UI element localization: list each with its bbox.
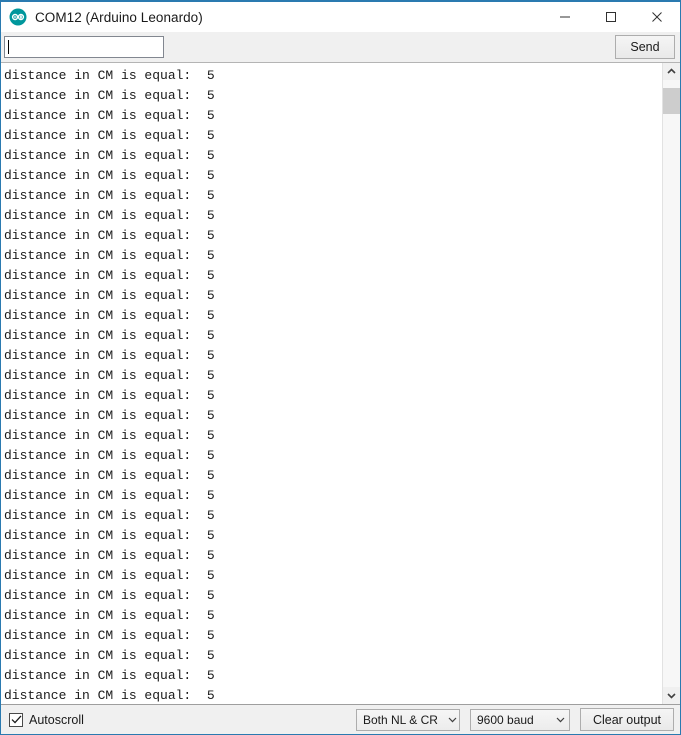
console-line: distance in CM is equal: 5 [4,308,215,323]
console-line: distance in CM is equal: 5 [4,568,215,583]
autoscroll-checkbox[interactable] [9,712,23,727]
console-line: distance in CM is equal: 5 [4,468,215,483]
maximize-icon[interactable] [588,2,634,32]
console-line: distance in CM is equal: 5 [4,348,215,363]
console-line: distance in CM is equal: 5 [4,188,215,203]
console-line: distance in CM is equal: 5 [4,548,215,563]
console-line: distance in CM is equal: 5 [4,148,215,163]
send-input-wrapper [4,35,609,59]
send-bar: Send [1,32,680,62]
chevron-down-icon [556,717,565,723]
console-line: distance in CM is equal: 5 [4,68,215,83]
scrollbar-thumb[interactable] [663,88,680,114]
line-ending-value: Both NL & CR [363,712,438,727]
console-line: distance in CM is equal: 5 [4,88,215,103]
scrollbar-track[interactable] [663,80,680,687]
console-line: distance in CM is equal: 5 [4,288,215,303]
console-line: distance in CM is equal: 5 [4,668,215,683]
text-caret [8,39,9,54]
minimize-icon[interactable] [542,2,588,32]
send-input[interactable] [4,35,164,58]
close-icon[interactable] [634,2,680,32]
send-button[interactable]: Send [615,35,675,59]
autoscroll-toggle[interactable]: Autoscroll [9,712,84,727]
console-line: distance in CM is equal: 5 [4,688,215,703]
console-line: distance in CM is equal: 5 [4,508,215,523]
console-line: distance in CM is equal: 5 [4,228,215,243]
chevron-up-icon[interactable] [663,63,680,80]
vertical-scrollbar[interactable] [662,63,680,704]
console-line: distance in CM is equal: 5 [4,328,215,343]
serial-monitor-window: COM12 (Arduino Leonardo) Send distance i… [0,0,681,735]
window-controls [542,2,680,32]
console-line: distance in CM is equal: 5 [4,388,215,403]
baud-rate-select[interactable]: 9600 baud [470,708,570,731]
check-icon [11,715,21,724]
console-line: distance in CM is equal: 5 [4,428,215,443]
console-line: distance in CM is equal: 5 [4,408,215,423]
window-title: COM12 (Arduino Leonardo) [35,9,203,25]
status-bar-right: Both NL & CR 9600 baud Clear output [356,708,674,731]
console-line: distance in CM is equal: 5 [4,628,215,643]
serial-output-area: distance in CM is equal: 5 distance in CM… [1,62,680,704]
status-bar: Autoscroll Both NL & CR 9600 baud Clear … [1,704,680,734]
console-line: distance in CM is equal: 5 [4,528,215,543]
console-line: distance in CM is equal: 5 [4,168,215,183]
chevron-down-icon[interactable] [663,687,680,704]
console-line: distance in CM is equal: 5 [4,448,215,463]
console-line: distance in CM is equal: 5 [4,608,215,623]
console-line: distance in CM is equal: 5 [4,488,215,503]
line-ending-select[interactable]: Both NL & CR [356,708,460,731]
baud-rate-value: 9600 baud [477,712,534,727]
console-line: distance in CM is equal: 5 [4,368,215,383]
console-line: distance in CM is equal: 5 [4,648,215,663]
serial-console[interactable]: distance in CM is equal: 5 distance in CM… [1,63,662,704]
console-line: distance in CM is equal: 5 [4,268,215,283]
chevron-down-icon [448,717,457,723]
console-line: distance in CM is equal: 5 [4,248,215,263]
arduino-logo-icon [9,8,27,26]
console-line: distance in CM is equal: 5 [4,108,215,123]
console-line: distance in CM is equal: 5 [4,208,215,223]
title-bar: COM12 (Arduino Leonardo) [1,2,680,32]
console-line: distance in CM is equal: 5 [4,128,215,143]
autoscroll-label: Autoscroll [29,712,84,727]
console-line: distance in CM is equal: 5 [4,588,215,603]
clear-output-button[interactable]: Clear output [580,708,674,731]
